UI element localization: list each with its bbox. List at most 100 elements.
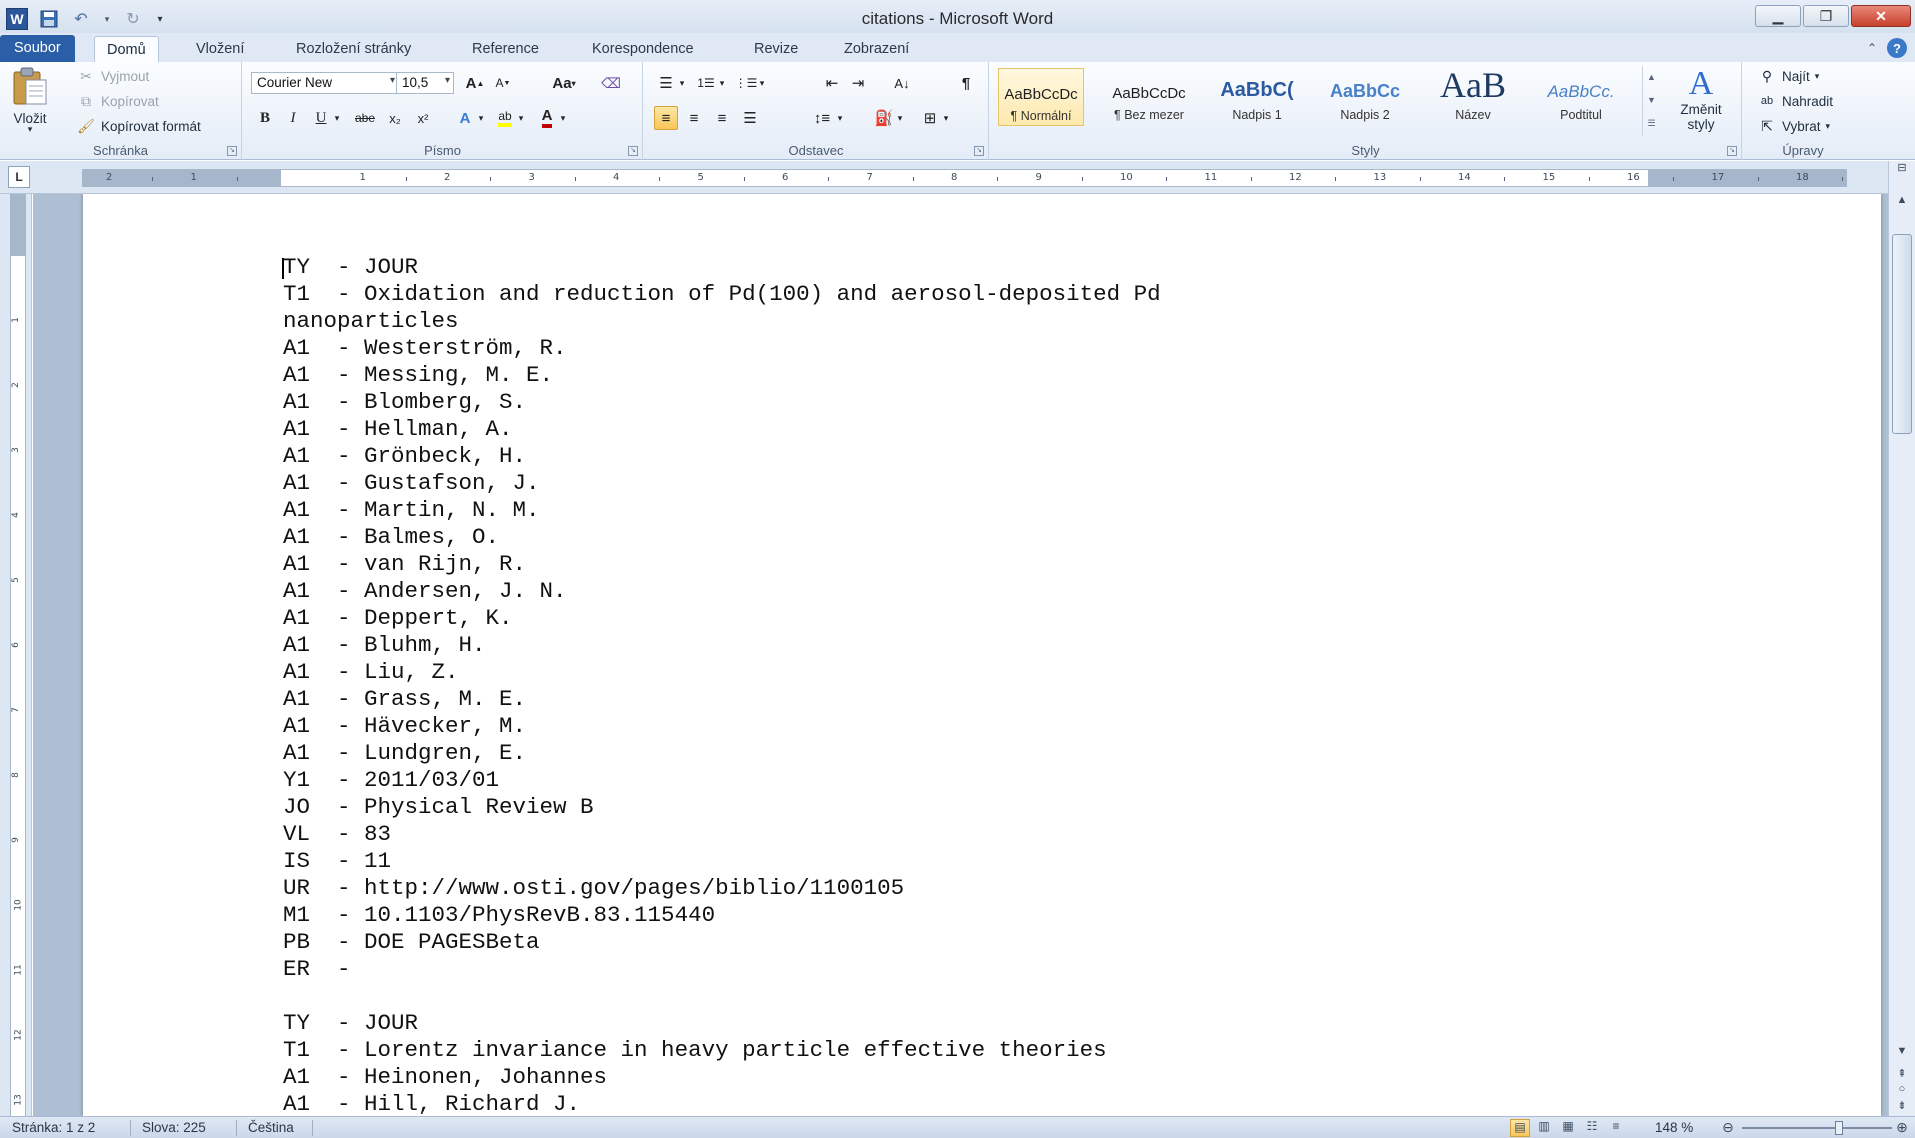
zoom-level[interactable]: 148 % (1655, 1120, 1693, 1135)
clear-formatting-button[interactable]: ⌫ (599, 71, 623, 95)
style-subtitle[interactable]: AaBbCc. Podtitul (1538, 68, 1624, 126)
tab-references[interactable]: Reference (460, 36, 551, 62)
document-line[interactable]: M1 - 10.1103/PhysRevB.83.115440 (283, 902, 1161, 929)
style-heading-1[interactable]: AaBbC( Nadpis 1 (1214, 68, 1300, 126)
scroll-down-icon[interactable]: ▼ (1889, 1045, 1915, 1065)
multilevel-dropdown-icon[interactable]: ▾ (756, 71, 768, 95)
tab-review[interactable]: Revize (742, 36, 810, 62)
tab-insert[interactable]: Vložení (184, 36, 256, 62)
document-line[interactable]: A1 - Grass, M. E. (283, 686, 1161, 713)
style-normal[interactable]: AaBbCcDc ¶ Normální (998, 68, 1084, 126)
highlight-button[interactable]: ab (493, 106, 517, 130)
copy-button[interactable]: ⧉ Kopírovat (76, 91, 159, 111)
format-painter-button[interactable]: 🖌 Kopírovat formát (76, 116, 201, 136)
paste-button[interactable]: Vložit ▾ (10, 66, 50, 135)
style-no-spacing[interactable]: AaBbCcDc ¶ Bez mezer (1106, 68, 1192, 126)
restore-button[interactable]: ❐ (1803, 5, 1849, 27)
tab-home[interactable]: Domů (94, 36, 159, 62)
zoom-slider-thumb[interactable] (1835, 1121, 1843, 1135)
document-line[interactable]: A1 - Lundgren, E. (283, 740, 1161, 767)
text-effects-button[interactable]: A (453, 106, 477, 130)
outline-view-icon[interactable]: ☷ (1582, 1119, 1602, 1137)
document-line[interactable]: A1 - Westerström, R. (283, 335, 1161, 362)
subscript-button[interactable]: x₂ (383, 106, 407, 130)
document-line[interactable]: T1 - Oxidation and reduction of Pd(100) … (283, 281, 1161, 308)
numbering-button[interactable]: 1☰ (694, 71, 718, 95)
align-right-button[interactable]: ≡ (710, 106, 734, 130)
increase-indent-button[interactable]: ⇥ (846, 71, 870, 95)
document-line[interactable]: IS - 11 (283, 848, 1161, 875)
paragraph-launcher-icon[interactable]: ↘ (974, 146, 984, 156)
gallery-up-icon[interactable]: ▲ (1643, 66, 1660, 89)
full-screen-reading-icon[interactable]: ▥ (1534, 1119, 1554, 1137)
document-line[interactable]: PB - DOE PAGESBeta (283, 929, 1161, 956)
document-line[interactable]: A1 - Grönbeck, H. (283, 443, 1161, 470)
decrease-indent-button[interactable]: ⇤ (820, 71, 844, 95)
multilevel-list-button[interactable]: ⋮☰ (734, 71, 758, 95)
font-launcher-icon[interactable]: ↘ (628, 146, 638, 156)
change-styles-button[interactable]: A Změnit styly (1670, 66, 1732, 133)
styles-launcher-icon[interactable]: ↘ (1727, 146, 1737, 156)
document-line[interactable]: Y1 - 2011/03/01 (283, 767, 1161, 794)
draft-view-icon[interactable]: ≡ (1606, 1119, 1626, 1137)
document-line[interactable]: A1 - Hill, Richard J. (283, 1091, 1161, 1116)
page-count[interactable]: Stránka: 1 z 2 (12, 1120, 95, 1135)
document-line[interactable]: T1 - Lorentz invariance in heavy particl… (283, 1037, 1161, 1064)
tab-view[interactable]: Zobrazení (832, 36, 921, 62)
strikethrough-button[interactable]: abe (349, 106, 381, 130)
zoom-out-icon[interactable]: ⊖ (1718, 1119, 1738, 1137)
numbering-dropdown-icon[interactable]: ▾ (716, 71, 728, 95)
zoom-in-icon[interactable]: ⊕ (1892, 1119, 1912, 1137)
shading-dropdown-icon[interactable]: ▾ (894, 106, 906, 130)
font-size-combo[interactable]: 10,5 ▾ (396, 72, 454, 94)
scroll-thumb[interactable] (1892, 234, 1912, 434)
tab-file[interactable]: Soubor (0, 35, 75, 62)
language-indicator[interactable]: Čeština (248, 1120, 294, 1135)
highlight-dropdown-icon[interactable]: ▾ (515, 106, 527, 130)
minimize-button[interactable]: ▁ (1755, 5, 1801, 27)
bold-button[interactable]: B (253, 106, 277, 130)
shading-button[interactable]: ⛽ (872, 106, 896, 130)
document-line[interactable]: A1 - Martin, N. M. (283, 497, 1161, 524)
web-layout-icon[interactable]: ▦ (1558, 1119, 1578, 1137)
vertical-ruler-strip[interactable]: 1 2 3 4 5 6 7 8 9 10 11 12 13 (10, 194, 26, 1116)
align-center-button[interactable]: ≡ (682, 106, 706, 130)
superscript-button[interactable]: x² (411, 106, 435, 130)
font-color-dropdown-icon[interactable]: ▾ (557, 106, 569, 130)
find-button[interactable]: ⚲ Najít ▾ (1757, 66, 1819, 86)
zoom-slider[interactable] (1742, 1127, 1892, 1129)
underline-button[interactable]: U (309, 106, 333, 130)
clipboard-launcher-icon[interactable]: ↘ (227, 146, 237, 156)
document-line[interactable]: A1 - Hellman, A. (283, 416, 1161, 443)
vertical-scrollbar[interactable]: ⊟ ▲ ▼ ⇞ ○ ⇟ (1888, 161, 1915, 1116)
line-spacing-dropdown-icon[interactable]: ▾ (834, 106, 846, 130)
gallery-down-icon[interactable]: ▼ (1643, 89, 1660, 112)
grow-font-button[interactable]: A ▲ (463, 71, 487, 95)
italic-button[interactable]: I (281, 106, 305, 130)
document-line[interactable]: TY - JOUR (283, 254, 1161, 281)
borders-button[interactable]: ⊞ (918, 106, 942, 130)
bullets-dropdown-icon[interactable]: ▾ (676, 71, 688, 95)
font-color-button[interactable]: A (535, 106, 559, 130)
font-family-combo[interactable]: Courier New ▾ (251, 72, 399, 94)
shrink-font-button[interactable]: A ▼ (491, 71, 515, 95)
select-button[interactable]: ⇱ Vybrat ▾ (1757, 116, 1830, 136)
change-case-button[interactable]: Aa ▾ (545, 71, 583, 95)
document-line[interactable]: A1 - Gustafson, J. (283, 470, 1161, 497)
line-spacing-button[interactable]: ↕≡ (810, 106, 834, 130)
document-line[interactable]: A1 - Blomberg, S. (283, 389, 1161, 416)
ruler-toggle-icon[interactable]: ⊟ (1889, 161, 1915, 181)
document-line[interactable]: A1 - van Rijn, R. (283, 551, 1161, 578)
bullets-button[interactable]: ☰ (654, 71, 678, 95)
gallery-more-icon[interactable]: ☰ (1643, 112, 1660, 135)
style-heading-2[interactable]: AaBbCc Nadpis 2 (1322, 68, 1408, 126)
align-left-button[interactable]: ≡ (654, 106, 678, 130)
cut-button[interactable]: ✂ Vyjmout (76, 66, 149, 86)
document-page[interactable]: TY - JOUR T1 - Oxidation and reduction of… (83, 194, 1881, 1116)
replace-button[interactable]: ab Nahradit (1757, 91, 1833, 111)
tab-page-layout[interactable]: Rozložení stránky (284, 36, 423, 62)
document-line[interactable]: A1 - Deppert, K. (283, 605, 1161, 632)
minimize-ribbon-icon[interactable]: ⌃ (1867, 41, 1877, 55)
document-line[interactable]: JO - Physical Review B (283, 794, 1161, 821)
document-line[interactable]: A1 - Andersen, J. N. (283, 578, 1161, 605)
